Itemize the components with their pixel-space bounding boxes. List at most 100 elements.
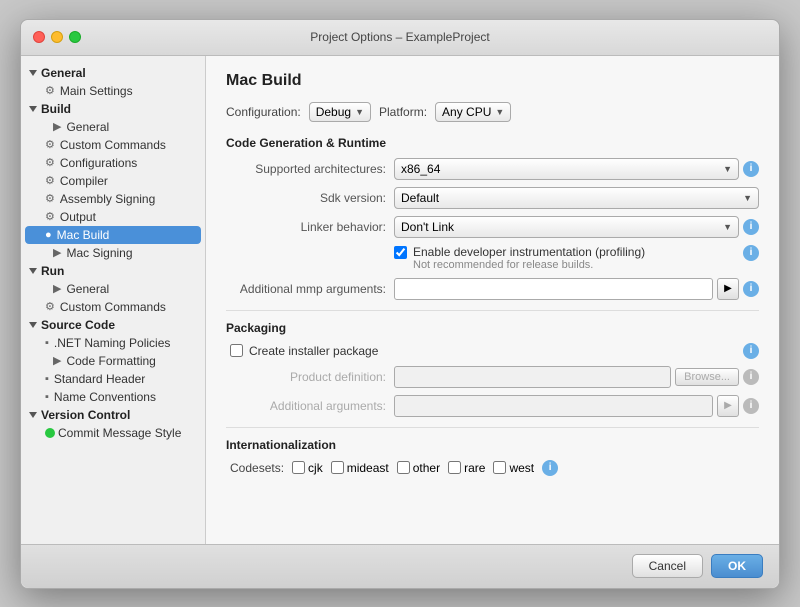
expand-icon	[29, 322, 37, 328]
codeset-rare-label: rare	[464, 461, 485, 475]
sidebar-item-net-naming[interactable]: ▪ .NET Naming Policies	[21, 334, 205, 352]
sidebar-section-version-control[interactable]: Version Control	[21, 406, 205, 424]
intl-section-title: Internationalization	[226, 438, 759, 452]
divider-1	[226, 310, 759, 311]
codeset-rare: rare	[448, 461, 485, 475]
sidebar-item-compiler[interactable]: ⚙ Compiler	[21, 172, 205, 190]
codeset-west-label: west	[509, 461, 534, 475]
sidebar-section-build[interactable]: Build	[21, 100, 205, 118]
supported-arch-dropdown[interactable]: x86_64 ▼	[394, 158, 739, 180]
packaging-section-title: Packaging	[226, 321, 759, 335]
sidebar: General ⚙ Main Settings Build ▶ General …	[21, 56, 206, 544]
configuration-dropdown[interactable]: Debug ▼	[309, 102, 371, 122]
ok-button[interactable]: OK	[711, 554, 763, 578]
sidebar-item-configurations-label: Configurations	[60, 156, 137, 170]
codeset-rare-checkbox[interactable]	[448, 461, 461, 474]
additional-mmp-run-button[interactable]: ▶	[717, 278, 739, 300]
browse-button[interactable]: Browse...	[675, 368, 739, 386]
linker-behavior-dropdown[interactable]: Don't Link ▼	[394, 216, 739, 238]
code-gen-section-title: Code Generation & Runtime	[226, 136, 759, 150]
sidebar-item-run-custom-commands[interactable]: ⚙ Custom Commands	[21, 298, 205, 316]
sdk-version-row: Sdk version: Default ▼	[226, 187, 759, 209]
sidebar-section-source-code-label: Source Code	[41, 318, 115, 332]
supported-arch-value: x86_64	[401, 162, 440, 176]
main-panel: Mac Build Configuration: Debug ▼ Platfor…	[206, 56, 779, 544]
codeset-cjk-checkbox[interactable]	[292, 461, 305, 474]
additional-mmp-info-icon[interactable]: i	[743, 281, 759, 297]
sidebar-item-configurations[interactable]: ⚙ Configurations	[21, 154, 205, 172]
window-title: Project Options – ExampleProject	[310, 30, 489, 44]
packaging-run-button[interactable]: ▶	[717, 395, 739, 417]
dev-instrumentation-sublabel: Not recommended for release builds.	[413, 259, 645, 271]
product-definition-info-icon: i	[743, 369, 759, 385]
sidebar-item-name-conventions[interactable]: ▪ Name Conventions	[21, 388, 205, 406]
sidebar-item-standard-header[interactable]: ▪ Standard Header	[21, 370, 205, 388]
triangle-icon: ▶	[53, 354, 61, 367]
linker-behavior-info-icon[interactable]: i	[743, 219, 759, 235]
minimize-button[interactable]	[51, 31, 63, 43]
packaging-additional-args-control: ▶ i	[394, 395, 759, 417]
developer-instrumentation-info-icon[interactable]: i	[743, 245, 759, 261]
sidebar-item-mac-build[interactable]: ● Mac Build	[25, 226, 201, 244]
sidebar-item-commit-message-style[interactable]: Commit Message Style	[21, 424, 205, 442]
dropdown-arrow: ▼	[495, 107, 504, 117]
packaging-additional-args-input[interactable]	[394, 395, 713, 417]
sidebar-section-source-code[interactable]: Source Code	[21, 316, 205, 334]
platform-dropdown[interactable]: Any CPU ▼	[435, 102, 511, 122]
additional-mmp-input[interactable]	[394, 278, 713, 300]
box-icon: ▪	[45, 373, 49, 385]
main-window: Project Options – ExampleProject General…	[20, 19, 780, 589]
configuration-label: Configuration:	[226, 105, 301, 119]
close-button[interactable]	[33, 31, 45, 43]
supported-arch-label: Supported architectures:	[226, 162, 386, 176]
create-installer-info-icon[interactable]: i	[743, 343, 759, 359]
product-definition-input[interactable]	[394, 366, 671, 388]
codeset-other: other	[397, 461, 440, 475]
sidebar-item-run-general-label: General	[66, 282, 109, 296]
additional-mmp-label: Additional mmp arguments:	[226, 282, 386, 296]
sdk-version-dropdown[interactable]: Default ▼	[394, 187, 759, 209]
sidebar-item-assembly-signing[interactable]: ⚙ Assembly Signing	[21, 190, 205, 208]
sidebar-item-mac-signing-label: Mac Signing	[66, 246, 132, 260]
gear-icon: ⚙	[45, 156, 55, 169]
create-installer-row: Create installer package i	[226, 343, 759, 359]
expand-icon	[29, 106, 37, 112]
supported-arch-info-icon[interactable]: i	[743, 161, 759, 177]
circle-icon: ●	[45, 229, 52, 241]
sidebar-item-main-settings[interactable]: ⚙ Main Settings	[21, 82, 205, 100]
titlebar: Project Options – ExampleProject	[21, 20, 779, 56]
sidebar-item-mac-build-label: Mac Build	[57, 228, 110, 242]
sidebar-item-net-naming-label: .NET Naming Policies	[54, 336, 170, 350]
sidebar-item-code-formatting-label: Code Formatting	[66, 354, 155, 368]
sidebar-section-general[interactable]: General	[21, 64, 205, 82]
green-dot-icon	[45, 428, 55, 438]
codeset-west-checkbox[interactable]	[493, 461, 506, 474]
cancel-button[interactable]: Cancel	[632, 554, 703, 578]
gear-icon: ⚙	[45, 300, 55, 313]
dev-instrumentation-label: Enable developer instrumentation (profil…	[413, 245, 645, 259]
sidebar-item-name-conventions-label: Name Conventions	[54, 390, 156, 404]
sidebar-section-run[interactable]: Run	[21, 262, 205, 280]
codeset-other-label: other	[413, 461, 440, 475]
gear-icon: ⚙	[45, 174, 55, 187]
codeset-west: west	[493, 461, 534, 475]
dropdown-arrow: ▼	[723, 222, 732, 232]
sdk-version-control: Default ▼	[394, 187, 759, 209]
sidebar-section-version-control-label: Version Control	[41, 408, 130, 422]
sidebar-item-output[interactable]: ⚙ Output	[21, 208, 205, 226]
create-installer-checkbox[interactable]	[230, 344, 243, 357]
expand-icon	[29, 412, 37, 418]
sidebar-item-main-settings-label: Main Settings	[60, 84, 133, 98]
codeset-other-checkbox[interactable]	[397, 461, 410, 474]
sidebar-item-code-formatting[interactable]: ▶ Code Formatting	[21, 352, 205, 370]
codesets-info-icon[interactable]: i	[542, 460, 558, 476]
sidebar-item-mac-signing[interactable]: ▶ Mac Signing	[21, 244, 205, 262]
sidebar-item-custom-commands[interactable]: ⚙ Custom Commands	[21, 136, 205, 154]
maximize-button[interactable]	[69, 31, 81, 43]
sidebar-item-build-general[interactable]: ▶ General	[21, 118, 205, 136]
sidebar-item-run-general[interactable]: ▶ General	[21, 280, 205, 298]
developer-instrumentation-checkbox[interactable]	[394, 246, 407, 259]
codeset-mideast-checkbox[interactable]	[331, 461, 344, 474]
triangle-icon: ▶	[53, 282, 61, 295]
product-definition-control: Browse... i	[394, 366, 759, 388]
